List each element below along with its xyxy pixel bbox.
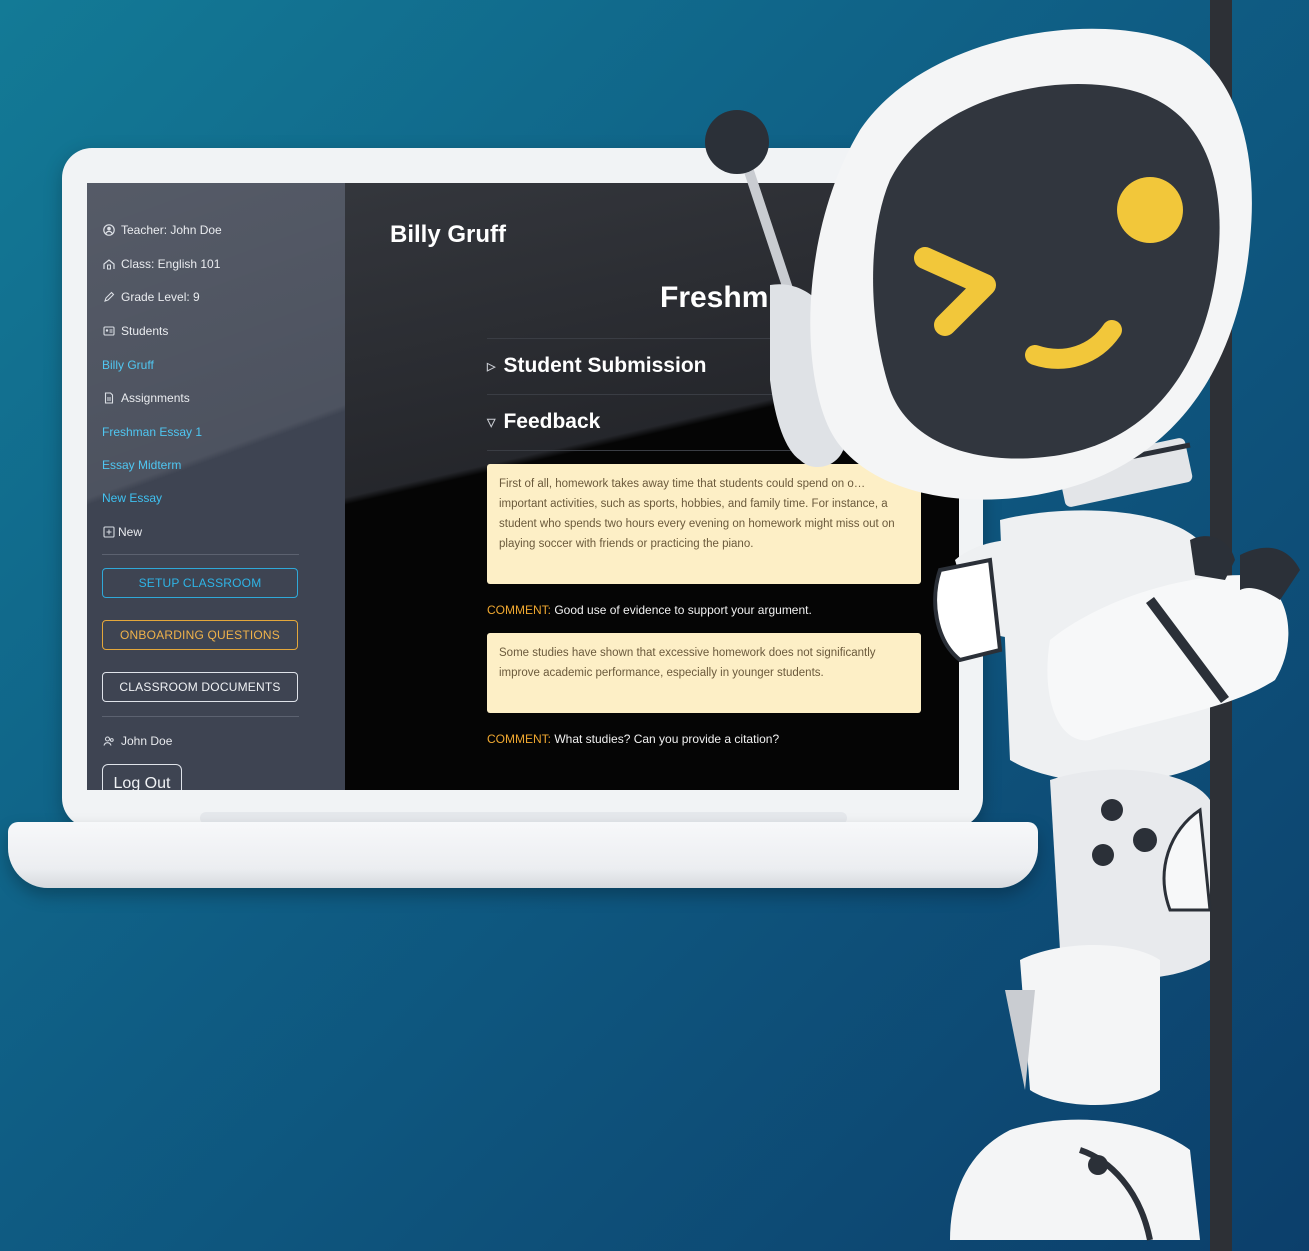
user-group-icon [102,735,115,748]
essay-title-heading: Freshm [660,281,769,314]
comment-tag: COMMENT: [487,732,551,746]
new-label: New [118,525,143,539]
pole [1210,0,1232,1251]
grade-info: Grade Level: 9 [102,290,200,304]
user-circle-icon [102,224,115,237]
chevron-down-icon: ▽ [487,416,496,429]
student-submission-toggle[interactable]: ▷ Student Submission [487,354,706,378]
new-assignment-button[interactable]: New [102,525,142,539]
sidebar-divider [102,554,299,555]
chevron-right-icon: ▷ [487,360,496,373]
robot-arm [933,536,1300,741]
document-icon [102,392,115,405]
feedback-comment: COMMENT: Good use of evidence to support… [487,603,812,617]
comment-tag: COMMENT: [487,603,551,617]
robot-eye [1117,177,1183,243]
teacher-info: Teacher: John Doe [102,223,222,237]
accordion-divider [487,338,959,339]
robot-leg [950,945,1200,1241]
comment-text: What studies? Can you provide a citation… [551,732,780,746]
robot-smile [1025,320,1122,369]
feedback-comment: COMMENT: What studies? Can you provide a… [487,732,779,746]
teacher-label: Teacher: John Doe [121,223,222,237]
pencil-icon [102,291,115,304]
setup-classroom-button[interactable]: SETUP CLASSROOM [102,568,298,598]
robot-torso [1000,510,1212,979]
app-screen: Teacher: John Doe Class: English 101 Gra… [87,183,959,790]
feedback-excerpt: Some studies have shown that excessive h… [487,633,921,713]
feedback-excerpt: First of all, homework takes away time t… [487,464,921,584]
students-section: Students [102,324,168,338]
school-icon [102,258,115,271]
sidebar: Teacher: John Doe Class: English 101 Gra… [87,183,345,790]
assignment-link-freshman-essay-1[interactable]: Freshman Essay 1 [102,425,202,439]
class-label: Class: English 101 [121,257,221,271]
grade-label: Grade Level: 9 [121,290,200,304]
feedback-toggle[interactable]: ▽ Feedback [487,410,600,434]
class-info: Class: English 101 [102,257,220,271]
student-submission-label: Student Submission [503,354,707,377]
user-name: John Doe [121,734,173,748]
sidebar-divider [102,716,299,717]
robot-neck [1057,438,1193,507]
current-user: John Doe [102,734,172,748]
feedback-label: Feedback [503,410,601,433]
accordion-divider [487,394,959,395]
robot-pointing-finger [1240,547,1300,600]
onboarding-questions-button[interactable]: ONBOARDING QUESTIONS [102,620,298,650]
assignments-section: Assignments [102,391,190,405]
students-icon [102,325,115,338]
student-name-heading: Billy Gruff [390,221,507,248]
comment-text: Good use of evidence to support your arg… [551,603,812,617]
assignment-link-essay-midterm[interactable]: Essay Midterm [102,458,181,472]
assignment-link-new-essay[interactable]: New Essay [102,491,162,505]
plus-square-icon [102,526,115,539]
classroom-documents-button[interactable]: CLASSROOM DOCUMENTS [102,672,298,702]
assignments-label: Assignments [121,391,190,405]
accordion-divider [487,450,959,451]
logout-button[interactable]: Log Out [102,764,182,790]
students-label: Students [121,324,169,338]
laptop-base [8,822,1038,888]
student-link-billy-gruff[interactable]: Billy Gruff [102,358,154,372]
